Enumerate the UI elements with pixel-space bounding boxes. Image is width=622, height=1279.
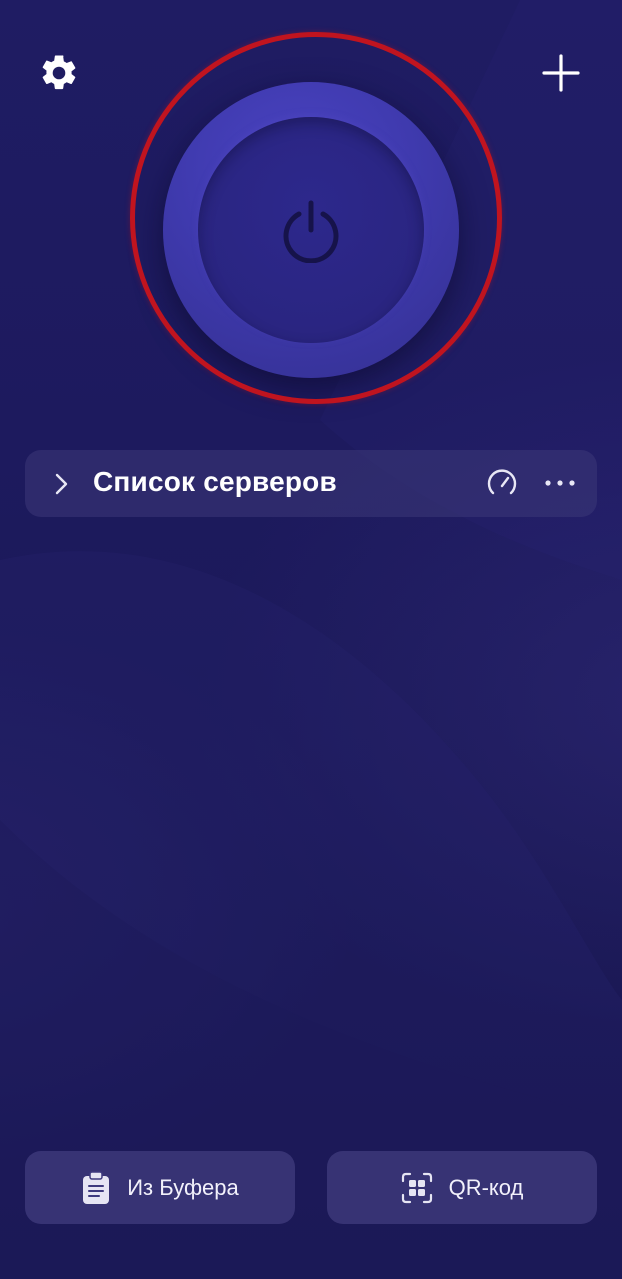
scan-qr-code-button[interactable]: QR-код xyxy=(327,1151,597,1224)
power-control xyxy=(130,32,502,404)
speed-test-button[interactable] xyxy=(485,467,519,501)
server-list-title: Список серверов xyxy=(93,466,337,497)
speedometer-icon xyxy=(487,469,517,495)
server-list-header[interactable]: Список серверов xyxy=(25,450,597,517)
more-options-button[interactable] xyxy=(542,468,578,498)
settings-button[interactable] xyxy=(35,49,83,97)
more-horizontal-icon xyxy=(545,480,575,486)
clipboard-icon xyxy=(83,1170,110,1204)
chevron-right-icon xyxy=(55,473,68,495)
import-from-clipboard-button[interactable]: Из Буфера xyxy=(25,1151,295,1224)
vpn-home-screen: Список серверов Из Буфера QR-код xyxy=(0,0,622,1279)
plus-icon xyxy=(542,54,580,92)
qr-button-label: QR-код xyxy=(448,1174,524,1200)
highlight-ring xyxy=(130,32,502,404)
qr-code-scan-icon xyxy=(401,1172,432,1203)
gear-icon xyxy=(42,55,76,90)
add-server-button[interactable] xyxy=(537,49,585,97)
clipboard-button-label: Из Буфера xyxy=(127,1174,239,1200)
